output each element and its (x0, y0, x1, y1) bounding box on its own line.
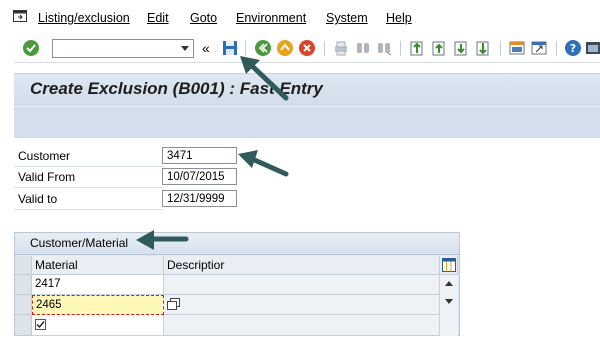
customize-layout-icon[interactable] (584, 39, 600, 57)
toolbar-separator (400, 41, 401, 56)
select-all-cell[interactable] (15, 256, 32, 275)
table-title-bar: Customer/Material (15, 233, 459, 255)
save-icon[interactable] (221, 39, 239, 57)
standard-toolbar: « ? (0, 36, 600, 63)
scroll-down-icon[interactable] (445, 299, 453, 304)
valid-to-field[interactable]: 12/31/9999 (162, 190, 237, 207)
cancel-icon[interactable] (298, 39, 316, 57)
find-next-icon[interactable] (375, 39, 393, 57)
exit-icon[interactable] (276, 39, 294, 57)
valid-from-field[interactable]: 10/07/2015 (162, 168, 237, 185)
value-help-icon[interactable] (167, 298, 180, 310)
toolbar-separator (500, 41, 501, 56)
table-row-material-cell[interactable] (32, 315, 164, 336)
collapse-command-icon[interactable]: « (202, 40, 210, 56)
svg-text:?: ? (570, 42, 576, 55)
page-title: Create Exclusion (B001) : Fast Entry (30, 79, 323, 98)
menu-goto[interactable]: Goto (190, 11, 217, 25)
column-header-description[interactable]: Descriptior (164, 256, 440, 275)
table-settings-icon[interactable] (440, 256, 458, 275)
row-selector[interactable] (15, 315, 32, 336)
checkbox-icon[interactable] (35, 319, 46, 330)
table-row-material-cell[interactable]: 2417 (32, 275, 164, 295)
back-icon[interactable] (254, 39, 272, 57)
toolbar-separator (556, 41, 557, 56)
create-session-icon[interactable] (508, 39, 526, 57)
menu-edit[interactable]: Edit (147, 11, 169, 25)
enter-checkmark-icon[interactable] (22, 39, 40, 57)
valid-from-label: Valid From (14, 167, 164, 188)
table-row-description-cell (164, 315, 440, 336)
customer-label: Customer (14, 146, 164, 167)
last-page-icon[interactable] (474, 39, 492, 57)
next-page-icon[interactable] (452, 39, 470, 57)
application-toolbar (14, 106, 600, 138)
menu-environment[interactable]: Environment (236, 11, 306, 25)
system-menu-icon[interactable] (13, 10, 27, 22)
find-icon[interactable] (354, 39, 372, 57)
column-header-material[interactable]: Material (32, 256, 164, 275)
valid-to-label: Valid to (14, 189, 164, 210)
print-icon[interactable] (332, 39, 350, 57)
shortcut-icon[interactable] (530, 39, 548, 57)
table-row-material-cell[interactable]: 2465 (32, 295, 164, 315)
command-field[interactable] (52, 39, 194, 58)
row-selector[interactable] (15, 275, 32, 295)
help-icon[interactable]: ? (564, 39, 582, 57)
title-bar: Create Exclusion (B001) : Fast Entry (14, 73, 600, 107)
menu-bar: Listing/exclusion Edit Goto Environment … (0, 0, 600, 36)
toolbar-separator (324, 41, 325, 56)
table-title: Customer/Material (30, 236, 129, 250)
table-row-description-cell (164, 295, 440, 315)
scroll-up-icon[interactable] (445, 281, 453, 286)
first-page-icon[interactable] (408, 39, 426, 57)
customer-field[interactable]: 3471 (162, 147, 237, 164)
menu-listing-exclusion[interactable]: Listing/exclusion (38, 11, 130, 25)
chevron-down-icon[interactable] (181, 46, 189, 51)
table-row-description-cell (164, 275, 440, 295)
menu-help[interactable]: Help (386, 11, 412, 25)
menu-system[interactable]: System (326, 11, 368, 25)
table-vertical-scrollbar[interactable] (440, 275, 458, 336)
window-left-edge (0, 62, 14, 336)
toolbar-separator (245, 41, 246, 56)
row-selector[interactable] (15, 295, 32, 315)
previous-page-icon[interactable] (430, 39, 448, 57)
table-config-icon (442, 258, 456, 272)
annotation-arrow-customer (238, 150, 289, 177)
